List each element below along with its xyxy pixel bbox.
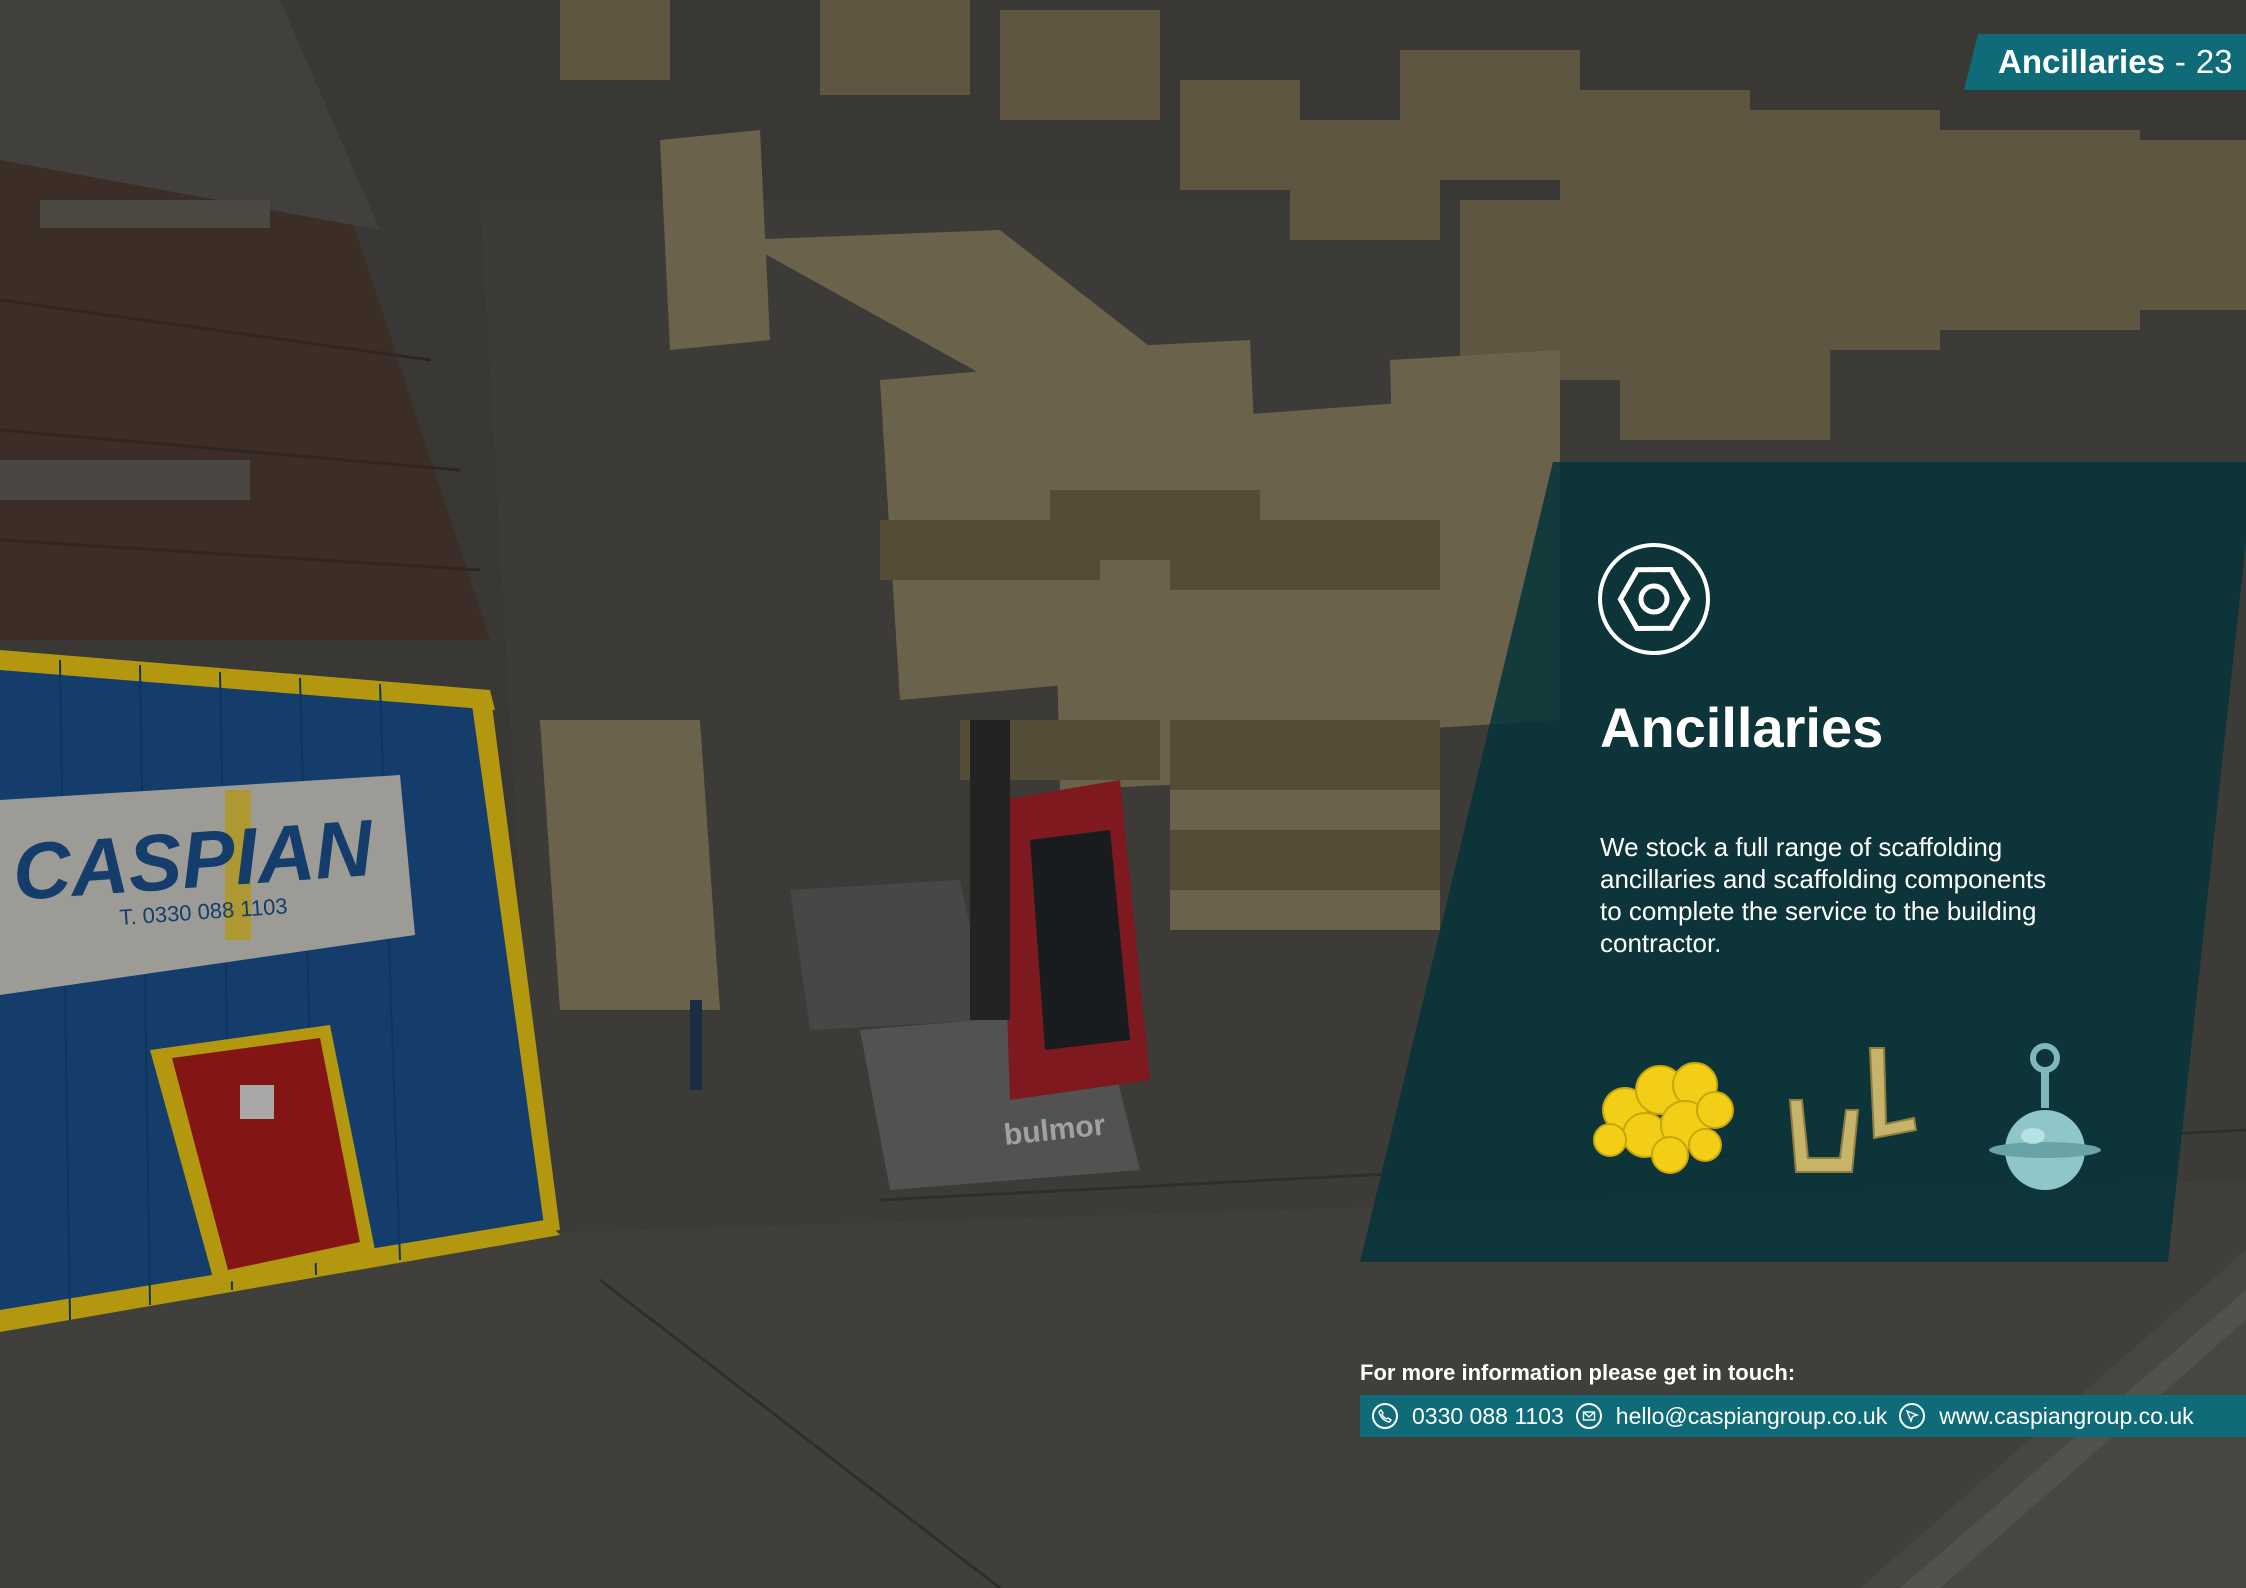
phone-contact[interactable]: 0330 088 1103 [1372,1403,1564,1430]
cursor-icon [1899,1403,1926,1429]
hex-nut-icon [1598,543,1710,655]
phone-number[interactable]: 0330 088 1103 [1412,1403,1564,1430]
toe-board-clips-image [1788,1047,1918,1173]
page-number-separator: - [2174,43,2186,80]
yellow-scaffold-caps-image [1593,1062,1734,1174]
page-header-tab: Ancillaries - 23 [1964,34,2246,90]
scaffold-tie-ring-image [1989,1043,2101,1190]
contact-heading: For more information please get in touch… [1360,1360,1796,1385]
contact-bar: 0330 088 1103 hello@caspiangroup.co.uk w… [1360,1395,2246,1437]
phone-icon [1372,1403,1398,1429]
section-title: Ancillaries [1998,43,2165,80]
panel-title: Ancillaries [1600,696,1884,759]
email-address[interactable]: hello@caspiangroup.co.uk [1616,1403,1887,1430]
website-url[interactable]: www.caspiangroup.co.uk [1939,1403,2193,1430]
email-icon [1575,1403,1602,1429]
email-contact[interactable]: hello@caspiangroup.co.uk [1575,1403,1887,1430]
website-contact[interactable]: www.caspiangroup.co.uk [1899,1403,2194,1430]
page-number: 23 [2195,43,2233,80]
panel-description: We stock a full range of scaffolding anc… [1600,832,2047,958]
